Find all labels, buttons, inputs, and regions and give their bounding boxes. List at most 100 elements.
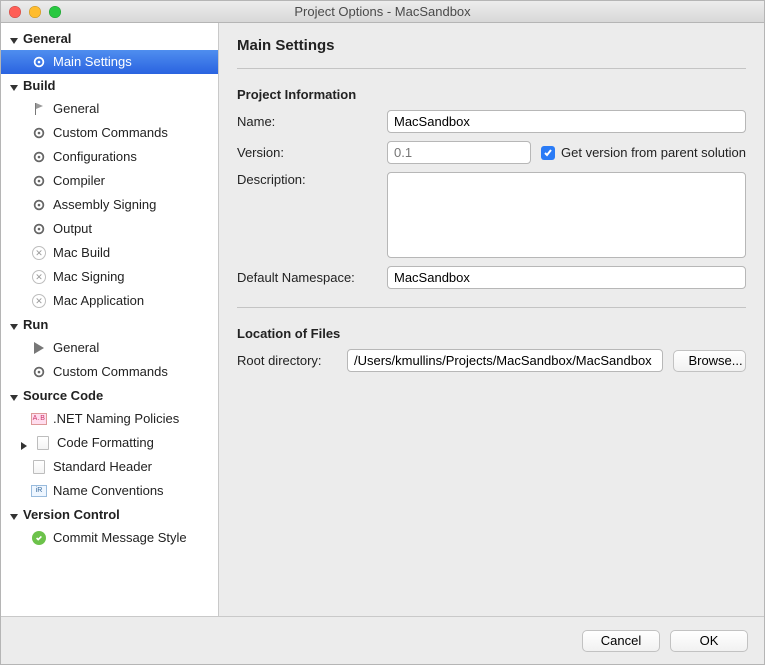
page-title: Main Settings bbox=[237, 37, 746, 54]
sidebar-section-build[interactable]: Build bbox=[1, 74, 218, 97]
section-title-location: Location of Files bbox=[237, 326, 746, 341]
label-default-namespace: Default Namespace: bbox=[237, 270, 387, 285]
sidebar-section-version-control[interactable]: Version Control bbox=[1, 503, 218, 526]
gear-icon bbox=[31, 149, 47, 165]
check-circle-icon bbox=[31, 530, 47, 546]
divider bbox=[237, 68, 746, 69]
checkbox-checked-icon bbox=[541, 146, 555, 160]
sidebar-section-run[interactable]: Run bbox=[1, 313, 218, 336]
label-version: Version: bbox=[237, 145, 387, 160]
sidebar-item-label: Mac Application bbox=[53, 292, 144, 310]
window: Project Options - MacSandbox General Mai… bbox=[0, 0, 765, 665]
sidebar-section-label: Build bbox=[23, 78, 56, 93]
gear-icon bbox=[31, 125, 47, 141]
sidebar-item-commit-message-style[interactable]: Commit Message Style bbox=[1, 526, 218, 550]
disclosure-down-icon bbox=[9, 320, 19, 330]
sidebar-item-label: General bbox=[53, 339, 99, 357]
sidebar-item-label: Mac Build bbox=[53, 244, 110, 262]
sidebar-item-label: General bbox=[53, 100, 99, 118]
body: General Main Settings Build General bbox=[1, 23, 764, 616]
sidebar-item-label: Configurations bbox=[53, 148, 137, 166]
sidebar-item-label: Main Settings bbox=[53, 53, 132, 71]
titlebar: Project Options - MacSandbox bbox=[1, 1, 764, 23]
sidebar-section-label: Version Control bbox=[23, 507, 120, 522]
footer: Cancel OK bbox=[1, 616, 764, 664]
content-pane: Main Settings Project Information Name: … bbox=[219, 23, 764, 616]
label-description: Description: bbox=[237, 172, 387, 187]
row-default-namespace: Default Namespace: bbox=[237, 266, 746, 289]
sidebar-item-build-general[interactable]: General bbox=[1, 97, 218, 121]
sidebar-item-code-formatting[interactable]: Code Formatting bbox=[1, 431, 218, 455]
divider bbox=[237, 307, 746, 308]
root-directory-input[interactable] bbox=[347, 349, 663, 372]
sidebar-item-assembly-signing[interactable]: Assembly Signing bbox=[1, 193, 218, 217]
sidebar-item-label: Commit Message Style bbox=[53, 529, 187, 547]
sidebar-item-standard-header[interactable]: Standard Header bbox=[1, 455, 218, 479]
sidebar-item-custom-commands[interactable]: Custom Commands bbox=[1, 121, 218, 145]
ir-icon: iR bbox=[31, 483, 47, 499]
document-icon bbox=[35, 435, 51, 451]
sidebar: General Main Settings Build General bbox=[1, 23, 219, 616]
sidebar-item-name-conventions[interactable]: iR Name Conventions bbox=[1, 479, 218, 503]
sidebar-item-label: Custom Commands bbox=[53, 363, 168, 381]
default-namespace-input[interactable] bbox=[387, 266, 746, 289]
sidebar-section-label: Run bbox=[23, 317, 48, 332]
checkbox-label: Get version from parent solution bbox=[561, 145, 746, 160]
sidebar-item-label: Assembly Signing bbox=[53, 196, 156, 214]
sidebar-item-label: Code Formatting bbox=[57, 434, 154, 452]
sidebar-item-mac-build[interactable]: ✕ Mac Build bbox=[1, 241, 218, 265]
description-textarea[interactable] bbox=[387, 172, 746, 258]
disabled-circle-icon: ✕ bbox=[31, 293, 47, 309]
flag-icon bbox=[31, 101, 47, 117]
zoom-window-icon[interactable] bbox=[49, 6, 61, 18]
disclosure-down-icon bbox=[9, 391, 19, 401]
sidebar-section-general[interactable]: General bbox=[1, 27, 218, 50]
play-icon bbox=[31, 340, 47, 356]
sidebar-item-mac-application[interactable]: ✕ Mac Application bbox=[1, 289, 218, 313]
gear-icon bbox=[31, 197, 47, 213]
version-input bbox=[387, 141, 531, 164]
sidebar-item-configurations[interactable]: Configurations bbox=[1, 145, 218, 169]
ok-button[interactable]: OK bbox=[670, 630, 748, 652]
sidebar-item-naming-policies[interactable]: A.B .NET Naming Policies bbox=[1, 407, 218, 431]
section-title-project-info: Project Information bbox=[237, 87, 746, 102]
traffic-lights bbox=[9, 6, 61, 18]
sidebar-item-mac-signing[interactable]: ✕ Mac Signing bbox=[1, 265, 218, 289]
gear-icon bbox=[31, 173, 47, 189]
sidebar-item-run-general[interactable]: General bbox=[1, 336, 218, 360]
sidebar-item-label: Custom Commands bbox=[53, 124, 168, 142]
close-window-icon[interactable] bbox=[9, 6, 21, 18]
disclosure-down-icon bbox=[9, 34, 19, 44]
label-root-directory: Root directory: bbox=[237, 353, 347, 368]
cancel-button[interactable]: Cancel bbox=[582, 630, 660, 652]
sidebar-item-label: Mac Signing bbox=[53, 268, 125, 286]
row-name: Name: bbox=[237, 110, 746, 133]
sidebar-item-output[interactable]: Output bbox=[1, 217, 218, 241]
row-description: Description: bbox=[237, 172, 746, 258]
gear-icon bbox=[31, 364, 47, 380]
disclosure-down-icon bbox=[9, 81, 19, 91]
name-input[interactable] bbox=[387, 110, 746, 133]
document-icon bbox=[31, 459, 47, 475]
get-version-checkbox[interactable]: Get version from parent solution bbox=[541, 145, 746, 160]
sidebar-item-label: .NET Naming Policies bbox=[53, 410, 179, 428]
sidebar-item-label: Name Conventions bbox=[53, 482, 164, 500]
browse-button[interactable]: Browse... bbox=[673, 350, 746, 372]
sidebar-item-label: Standard Header bbox=[53, 458, 152, 476]
row-version: Version: Get version from parent solutio… bbox=[237, 141, 746, 164]
row-root-directory: Root directory: Browse... bbox=[237, 349, 746, 372]
sidebar-item-label: Output bbox=[53, 220, 92, 238]
sidebar-section-label: General bbox=[23, 31, 71, 46]
label-name: Name: bbox=[237, 114, 387, 129]
disabled-circle-icon: ✕ bbox=[31, 245, 47, 261]
minimize-window-icon[interactable] bbox=[29, 6, 41, 18]
disabled-circle-icon: ✕ bbox=[31, 269, 47, 285]
gear-icon bbox=[31, 221, 47, 237]
sidebar-section-source-code[interactable]: Source Code bbox=[1, 384, 218, 407]
sidebar-section-label: Source Code bbox=[23, 388, 103, 403]
sidebar-item-main-settings[interactable]: Main Settings bbox=[1, 50, 218, 74]
sidebar-item-compiler[interactable]: Compiler bbox=[1, 169, 218, 193]
sidebar-item-run-custom-commands[interactable]: Custom Commands bbox=[1, 360, 218, 384]
sidebar-item-label: Compiler bbox=[53, 172, 105, 190]
window-title: Project Options - MacSandbox bbox=[1, 4, 764, 19]
